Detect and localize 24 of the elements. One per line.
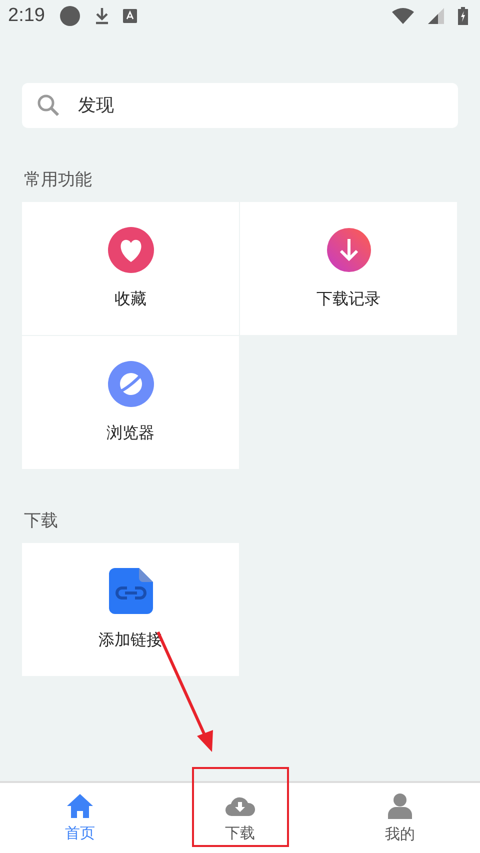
signal-icon bbox=[428, 8, 444, 24]
nav-tab[interactable]: 首页 bbox=[0, 783, 160, 853]
tile-label: 下载记录 bbox=[316, 289, 380, 310]
tile-label: 浏览器 bbox=[106, 423, 154, 444]
home-icon bbox=[67, 794, 93, 818]
record-icon bbox=[58, 5, 81, 27]
keyboard-icon bbox=[122, 9, 137, 23]
user-icon bbox=[388, 792, 412, 818]
section-title: 常用功能 bbox=[24, 169, 93, 192]
nav-tab[interactable]: 我的 bbox=[320, 783, 480, 853]
link-file-icon bbox=[108, 568, 152, 614]
download-icon bbox=[94, 7, 109, 25]
download-icon bbox=[326, 227, 372, 273]
feature-tile[interactable]: 收藏 bbox=[22, 202, 239, 335]
planet-icon bbox=[108, 361, 154, 407]
tile-label: 收藏 bbox=[114, 289, 146, 310]
feature-tile[interactable]: 下载记录 bbox=[240, 202, 457, 335]
search-field[interactable]: 发现 bbox=[22, 83, 458, 128]
status-time: 2:19 bbox=[8, 5, 45, 27]
feature-tile[interactable]: 浏览器 bbox=[22, 336, 239, 469]
nav-tab[interactable]: 下载 bbox=[160, 783, 320, 853]
battery-icon bbox=[458, 7, 468, 25]
wifi-icon bbox=[392, 8, 414, 24]
section-title: 下载 bbox=[24, 510, 59, 533]
